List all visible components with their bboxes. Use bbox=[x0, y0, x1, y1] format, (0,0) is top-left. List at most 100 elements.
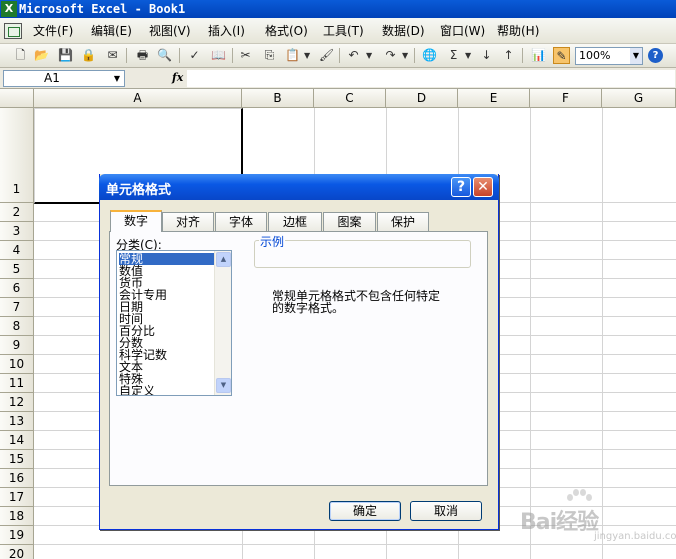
permission-icon[interactable]: 🔒 bbox=[80, 47, 97, 64]
insert-function-icon[interactable]: fx bbox=[172, 71, 183, 84]
formula-input[interactable] bbox=[187, 70, 675, 87]
dialog-title-bar[interactable]: 单元格格式 ? ✕ bbox=[99, 174, 499, 200]
scroll-up-icon[interactable]: ▲ bbox=[216, 252, 231, 267]
row-header-12[interactable]: 12 bbox=[0, 393, 34, 412]
column-header-e[interactable]: E bbox=[458, 89, 530, 108]
formula-bar: A1 ▼ fx bbox=[0, 68, 676, 89]
row-header-18[interactable]: 18 bbox=[0, 507, 34, 526]
row-header-6[interactable]: 6 bbox=[0, 279, 34, 298]
paste-dropdown-icon[interactable]: ▼ bbox=[304, 48, 310, 64]
standard-toolbar: 🗋 📂 💾 🔒 ✉ 🖶 🔍 ✓ 📖 ✂ ⎘ 📋 ▼ 🖌 ↶ ▼ ↷ ▼ 🌐 Σ … bbox=[0, 44, 676, 68]
menu-view[interactable]: 视图(V) bbox=[149, 23, 191, 39]
chart-wizard-icon[interactable]: 📊 bbox=[530, 47, 547, 64]
menu-tools[interactable]: 工具(T) bbox=[323, 23, 364, 39]
save-icon[interactable]: 💾 bbox=[57, 47, 74, 64]
name-box-dropdown-icon[interactable]: ▼ bbox=[111, 72, 123, 85]
title-bar: X Microsoft Excel - Book1 bbox=[0, 0, 676, 18]
select-all-corner[interactable] bbox=[0, 89, 34, 108]
row-header-3[interactable]: 3 bbox=[0, 222, 34, 241]
paste-icon[interactable]: 📋 bbox=[284, 47, 301, 64]
row-header-4[interactable]: 4 bbox=[0, 241, 34, 260]
name-box-value: A1 bbox=[44, 71, 60, 85]
row-header-8[interactable]: 8 bbox=[0, 317, 34, 336]
email-icon[interactable]: ✉ bbox=[104, 47, 121, 64]
row-header-5[interactable]: 5 bbox=[0, 260, 34, 279]
menu-insert[interactable]: 插入(I) bbox=[208, 23, 245, 39]
tab-protection[interactable]: 保护 bbox=[377, 212, 429, 231]
redo-icon[interactable]: ↷ bbox=[382, 47, 399, 64]
number-tab-panel: 分类(C): 常规 数值 货币 会计专用 日期 时间 百分比 分数 科学记数 文… bbox=[109, 231, 488, 486]
tab-border[interactable]: 边框 bbox=[268, 212, 322, 231]
row-header-10[interactable]: 10 bbox=[0, 355, 34, 374]
tab-number[interactable]: 数字 bbox=[110, 210, 162, 232]
column-header-f[interactable]: F bbox=[530, 89, 602, 108]
column-header-a[interactable]: A bbox=[34, 89, 242, 108]
window-title: Microsoft Excel - Book1 bbox=[19, 2, 186, 16]
description-line-2: 的数字格式。 bbox=[272, 301, 345, 315]
excel-logo-icon: X bbox=[1, 1, 17, 17]
sort-ascending-icon[interactable]: ↓ bbox=[478, 47, 495, 64]
sort-descending-icon[interactable]: ↑ bbox=[500, 47, 517, 64]
menu-format[interactable]: 格式(O) bbox=[265, 23, 308, 39]
row-header-9[interactable]: 9 bbox=[0, 336, 34, 355]
redo-dropdown-icon[interactable]: ▼ bbox=[402, 48, 408, 64]
row-header-17[interactable]: 17 bbox=[0, 488, 34, 507]
scroll-down-icon[interactable]: ▼ bbox=[216, 378, 231, 393]
copy-icon[interactable]: ⎘ bbox=[261, 47, 278, 64]
category-list-scrollbar[interactable]: ▲ ▼ bbox=[214, 251, 231, 395]
autosum-icon[interactable]: Σ bbox=[445, 47, 462, 64]
row-header-13[interactable]: 13 bbox=[0, 412, 34, 431]
row-header-2[interactable]: 2 bbox=[0, 203, 34, 222]
tab-font[interactable]: 字体 bbox=[215, 212, 267, 231]
baidu-jingyan-watermark: Bai经验 jingyan.baidu.com bbox=[520, 488, 676, 548]
column-header-b[interactable]: B bbox=[242, 89, 314, 108]
zoom-value: 100% bbox=[579, 49, 611, 62]
tab-alignment[interactable]: 对齐 bbox=[162, 212, 214, 231]
row-header-16[interactable]: 16 bbox=[0, 469, 34, 488]
ok-button[interactable]: 确定 bbox=[329, 501, 401, 521]
format-painter-icon[interactable]: 🖌 bbox=[318, 47, 335, 64]
dialog-close-button[interactable]: ✕ bbox=[473, 177, 493, 197]
new-icon[interactable]: 🗋 bbox=[12, 47, 29, 64]
menu-window[interactable]: 窗口(W) bbox=[440, 23, 485, 39]
watermark-subtext: jingyan.baidu.com bbox=[594, 531, 676, 542]
research-icon[interactable]: 📖 bbox=[210, 47, 227, 64]
undo-icon[interactable]: ↶ bbox=[345, 47, 362, 64]
dialog-help-button[interactable]: ? bbox=[451, 177, 471, 197]
row-header-7[interactable]: 7 bbox=[0, 298, 34, 317]
print-preview-icon[interactable]: 🔍 bbox=[156, 47, 173, 64]
menu-edit[interactable]: 编辑(E) bbox=[91, 23, 132, 39]
row-header-19[interactable]: 19 bbox=[0, 526, 34, 545]
menu-data[interactable]: 数据(D) bbox=[382, 23, 425, 39]
tab-patterns[interactable]: 图案 bbox=[323, 212, 376, 231]
zoom-dropdown-icon[interactable]: ▼ bbox=[630, 48, 642, 64]
autosum-dropdown-icon[interactable]: ▼ bbox=[465, 48, 471, 64]
menu-help[interactable]: 帮助(H) bbox=[497, 23, 539, 39]
row-header-14[interactable]: 14 bbox=[0, 431, 34, 450]
spelling-icon[interactable]: ✓ bbox=[186, 47, 203, 64]
category-custom[interactable]: 自定义 bbox=[119, 385, 215, 395]
drawing-icon[interactable]: ✎ bbox=[553, 47, 570, 64]
row-header-15[interactable]: 15 bbox=[0, 450, 34, 469]
column-header-g[interactable]: G bbox=[602, 89, 676, 108]
hyperlink-icon[interactable]: 🌐 bbox=[421, 47, 438, 64]
help-icon[interactable]: ? bbox=[648, 48, 663, 63]
dialog-title: 单元格格式 bbox=[106, 183, 172, 198]
format-description: 常规单元格格式不包含任何特定 的数字格式。 bbox=[272, 290, 462, 314]
row-header-20[interactable]: 20 bbox=[0, 545, 34, 559]
cancel-button[interactable]: 取消 bbox=[410, 501, 482, 521]
print-icon[interactable]: 🖶 bbox=[134, 47, 151, 64]
undo-dropdown-icon[interactable]: ▼ bbox=[366, 48, 372, 64]
row-header-11[interactable]: 11 bbox=[0, 374, 34, 393]
open-icon[interactable]: 📂 bbox=[33, 47, 50, 64]
sample-group: 示例 bbox=[254, 233, 471, 268]
workbook-icon[interactable] bbox=[4, 23, 22, 39]
zoom-select[interactable]: 100% ▼ bbox=[575, 47, 643, 65]
menu-file[interactable]: 文件(F) bbox=[33, 23, 73, 39]
row-header-1[interactable]: 1 bbox=[0, 108, 34, 203]
column-header-c[interactable]: C bbox=[314, 89, 386, 108]
name-box[interactable]: A1 ▼ bbox=[3, 70, 125, 87]
cut-icon[interactable]: ✂ bbox=[237, 47, 254, 64]
column-header-d[interactable]: D bbox=[386, 89, 458, 108]
category-list[interactable]: 常规 数值 货币 会计专用 日期 时间 百分比 分数 科学记数 文本 特殊 自定… bbox=[116, 250, 232, 396]
